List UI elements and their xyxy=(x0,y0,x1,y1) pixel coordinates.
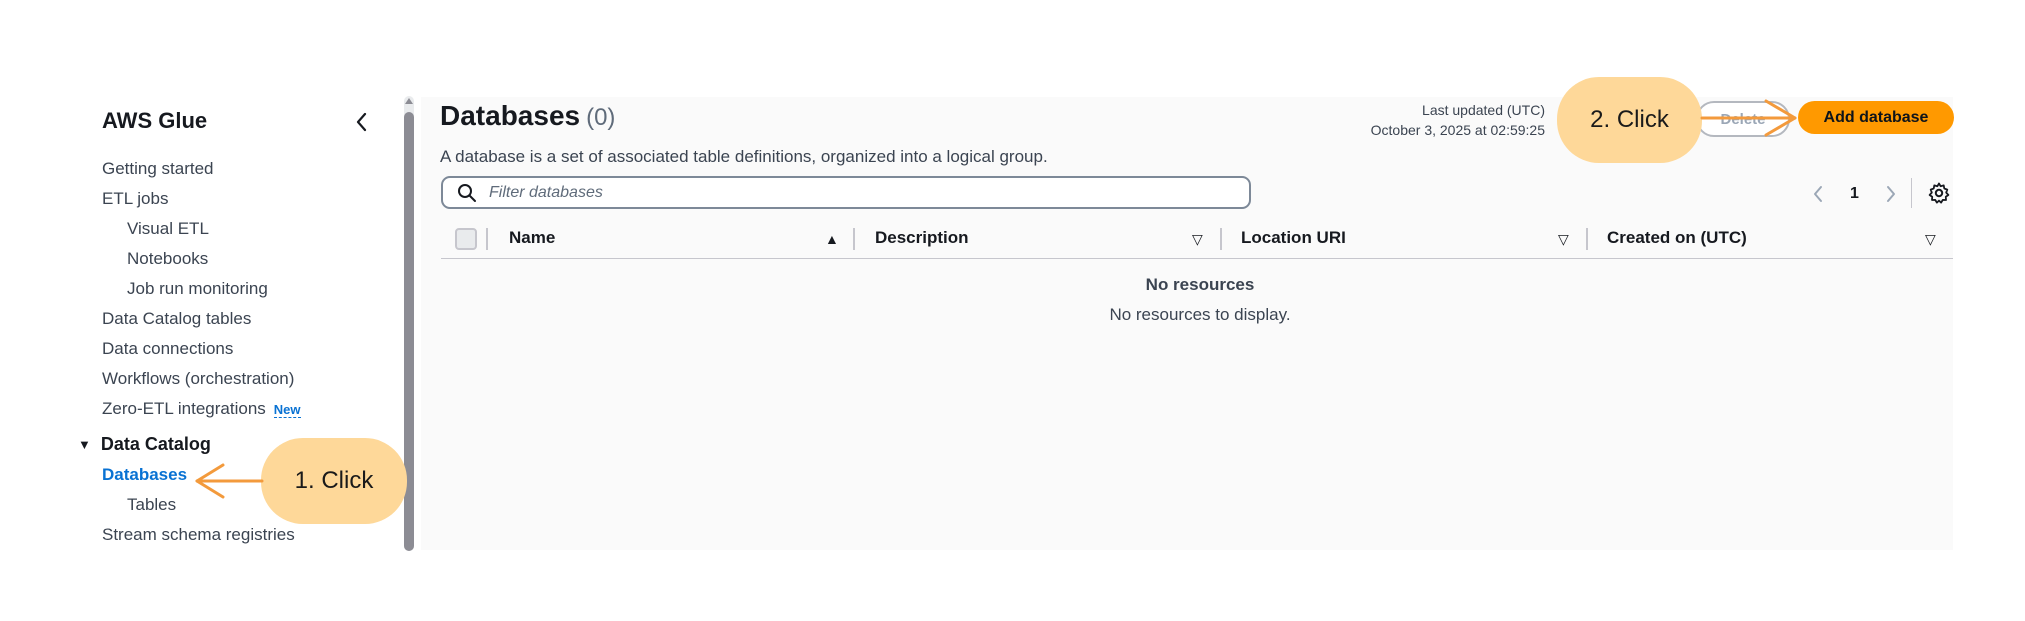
sidebar-item-data-connections[interactable]: Data connections xyxy=(102,339,233,359)
page-description: A database is a set of associated table … xyxy=(440,147,1048,166)
sidebar-item-getting-started[interactable]: Getting started xyxy=(102,159,214,179)
sidebar-item-label: Zero-ETL integrations xyxy=(102,399,266,418)
last-updated-label: Last updated (UTC) xyxy=(1422,102,1545,118)
sort-icon[interactable]: ▽ xyxy=(1192,231,1203,248)
column-header-name[interactable]: Name xyxy=(509,228,555,248)
select-all-checkbox[interactable] xyxy=(455,228,477,250)
section-label: Data Catalog xyxy=(100,434,211,454)
search-input[interactable] xyxy=(487,182,1231,203)
last-updated-value: October 3, 2025 at 02:59:25 xyxy=(1370,122,1545,138)
sidebar-item-data-catalog-tables[interactable]: Data Catalog tables xyxy=(102,309,251,329)
sidebar-item-notebooks[interactable]: Notebooks xyxy=(127,249,208,269)
chevron-left-icon xyxy=(356,112,367,132)
column-divider xyxy=(486,228,488,250)
section-data-catalog[interactable]: ▼ Data Catalog xyxy=(78,434,211,455)
sort-icon[interactable]: ▽ xyxy=(1925,231,1936,248)
empty-state-title: No resources xyxy=(1145,275,1255,294)
sidebar-item-databases[interactable]: Databases xyxy=(102,465,187,485)
sidebar-item-etl-jobs[interactable]: ETL jobs xyxy=(102,189,168,209)
sidebar-item-visual-etl[interactable]: Visual ETL xyxy=(127,219,209,239)
delete-button[interactable]: Delete xyxy=(1696,101,1790,137)
empty-state-text: No resources to display. xyxy=(1109,305,1291,324)
annotation-step-2: 2. Click xyxy=(1557,77,1702,163)
pagination-divider xyxy=(1911,178,1912,208)
sort-ascending-icon[interactable]: ▲ xyxy=(825,231,839,247)
page-title: Databases (0) xyxy=(440,100,615,132)
scroll-up-icon[interactable] xyxy=(404,96,414,106)
table-header: Name ▲ Description ▽ Location URI ▽ Crea… xyxy=(441,224,1953,259)
column-header-created-on[interactable]: Created on (UTC) xyxy=(1607,228,1747,248)
last-updated: Last updated (UTC) October 3, 2025 at 02… xyxy=(1371,100,1545,140)
page-number[interactable]: 1 xyxy=(1850,185,1859,203)
add-database-button[interactable]: Add database xyxy=(1798,101,1954,134)
sidebar-item-zero-etl[interactable]: Zero-ETL integrations New xyxy=(102,399,301,419)
sort-icon[interactable]: ▽ xyxy=(1558,231,1569,248)
collapse-sidebar-button[interactable] xyxy=(350,110,374,134)
column-header-location-uri[interactable]: Location URI xyxy=(1241,228,1346,248)
sidebar-title: AWS Glue xyxy=(102,108,208,133)
caret-down-icon: ▼ xyxy=(78,437,91,452)
annotation-step-1: 1. Click xyxy=(261,438,407,524)
page-title-text: Databases xyxy=(440,100,581,131)
search-icon xyxy=(458,183,476,202)
previous-page-button[interactable] xyxy=(1806,182,1830,206)
chevron-left-icon xyxy=(1814,186,1822,202)
sidebar-item-tables[interactable]: Tables xyxy=(127,495,176,515)
sidebar-item-stream-schema-registries[interactable]: Stream schema registries xyxy=(102,525,295,545)
gear-icon[interactable] xyxy=(1927,181,1951,205)
column-header-description[interactable]: Description xyxy=(875,228,969,248)
sidebar-item-job-run-monitoring[interactable]: Job run monitoring xyxy=(127,279,268,299)
column-resizer[interactable] xyxy=(1220,228,1222,250)
sidebar-item-workflows[interactable]: Workflows (orchestration) xyxy=(102,369,294,389)
chevron-right-icon xyxy=(1886,186,1895,202)
next-page-button[interactable] xyxy=(1879,182,1903,206)
filter-databases-field[interactable] xyxy=(441,176,1251,209)
column-resizer[interactable] xyxy=(1586,228,1588,250)
new-badge: New xyxy=(273,402,301,419)
column-resizer[interactable] xyxy=(853,228,855,250)
pagination: 1 xyxy=(1806,180,1903,208)
database-count: (0) xyxy=(586,104,616,131)
